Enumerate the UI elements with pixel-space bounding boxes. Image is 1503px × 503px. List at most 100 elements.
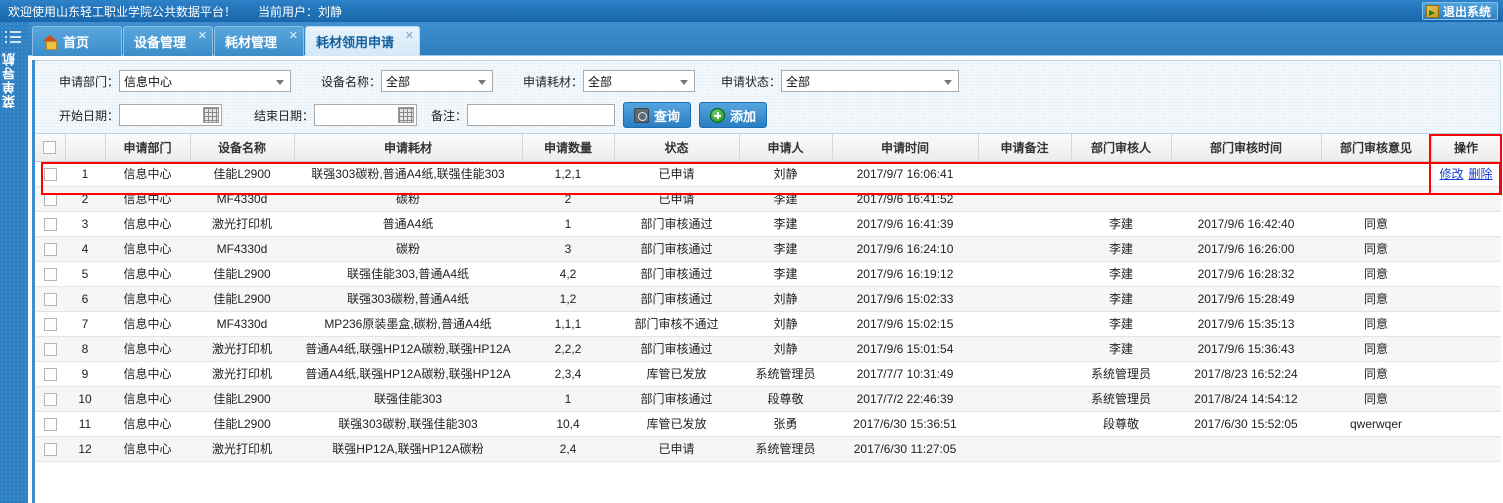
tab-close-icon[interactable]: ✕ [289,30,298,41]
edit-link[interactable]: 修改 [1439,167,1463,181]
left-nav-rail[interactable]: 菜单导航 [0,22,28,503]
row-checkbox-cell[interactable] [35,186,65,212]
filter-remark-label: 备注： [430,108,467,123]
cell-apply-time: 2017/9/6 15:02:33 [832,286,978,312]
row-checkbox[interactable] [43,367,57,381]
cell-audit-opinion: 同意 [1321,211,1431,237]
tab-device-management[interactable]: 设备管理 ✕ [123,26,213,56]
row-checkbox-cell[interactable] [35,286,65,312]
logout-button[interactable]: 退出系统 [1421,2,1498,20]
row-checkbox-cell[interactable] [35,436,65,462]
select-all-checkbox[interactable] [43,141,57,155]
row-checkbox[interactable] [43,317,57,331]
header-actions: 操作 [1431,134,1501,162]
tab-consumable-management[interactable]: 耗材管理 ✕ [214,26,304,56]
table-row[interactable]: 6 信息中心 佳能L2900 联强303碳粉,普通A4纸 1,2 部门审核通过 刘静 2017… [35,286,1501,312]
table-row[interactable]: 12 信息中心 激光打印机 联强HP12A,联强HP12A碳粉 2,4 已申请 系统管理员 2… [35,436,1501,462]
row-checkbox[interactable] [43,342,57,356]
row-checkbox-cell[interactable] [35,236,65,262]
table-row[interactable]: 3 信息中心 激光打印机 普通A4纸 1 部门审核通过 李建 2017/9/6 16:41:3… [35,211,1501,237]
tab-strip: 首页 设备管理 ✕ 耗材管理 ✕ 耗材领用申请 ✕ [28,22,1503,56]
filter-dept-select[interactable]: 信息中心 [119,70,291,92]
row-checkbox[interactable] [43,167,57,181]
row-checkbox-cell[interactable] [35,386,65,412]
cell-index: 12 [65,436,105,462]
row-checkbox[interactable] [43,267,57,281]
table-row[interactable]: 10 信息中心 佳能L2900 联强佳能303 1 部门审核通过 段尊敬 2017/7/2 2… [35,386,1501,412]
row-checkbox-cell[interactable] [35,211,65,237]
row-checkbox-cell[interactable] [35,336,65,362]
table-row[interactable]: 4 信息中心 MF4330d 碳粉 3 部门审核通过 李建 2017/9/6 16:24:10… [35,236,1501,262]
row-checkbox[interactable] [43,442,57,456]
calendar-icon[interactable] [203,107,219,123]
cell-index: 8 [65,336,105,362]
cell-status: 库管已发放 [614,411,739,437]
cell-index: 1 [65,161,105,187]
table-row[interactable]: 1 信息中心 佳能L2900 联强303碳粉,普通A4纸,联强佳能303 1,2,1 已申… [35,161,1501,187]
cell-consumable: 普通A4纸 [294,211,522,237]
row-checkbox[interactable] [43,392,57,406]
filter-device-select[interactable]: 全部 [381,70,493,92]
row-checkbox-cell[interactable] [35,161,65,187]
search-icon [634,107,649,123]
cell-consumable: 联强佳能303,普通A4纸 [294,261,522,287]
add-button-label: 添加 [730,108,757,124]
row-checkbox-cell[interactable] [35,411,65,437]
row-checkbox[interactable] [43,417,57,431]
cell-index: 5 [65,261,105,287]
cell-device: 佳能L2900 [190,261,294,287]
delete-link[interactable]: 删除 [1469,167,1493,181]
tab-close-icon[interactable]: ✕ [198,30,207,41]
left-nav-rail-label: 菜单导航 [2,52,17,108]
table-header-row: 申请部门 设备名称 申请耗材 申请数量 状态 申请人 申请时间 申请备注 部门审… [35,134,1501,162]
cell-applicant: 刘静 [739,161,832,187]
filter-remark-input[interactable] [467,104,615,126]
add-button[interactable]: 添加 [699,102,768,128]
cell-apply-time: 2017/6/30 15:36:51 [832,411,978,437]
row-checkbox-cell[interactable] [35,311,65,337]
cell-auditor [1071,436,1171,462]
table-row[interactable]: 2 信息中心 MF4330d 碳粉 2 已申请 李建 2017/9/6 16:41:52 [35,186,1501,212]
cell-audit-opinion: qwerwqer [1321,411,1431,437]
cell-qty: 10,4 [522,411,614,437]
tab-home[interactable]: 首页 [32,26,122,56]
cell-consumable: MP236原装墨盒,碳粉,普通A4纸 [294,311,522,337]
cell-audit-opinion [1321,436,1431,462]
filter-start-date-input[interactable] [119,104,222,126]
table-row[interactable]: 8 信息中心 激光打印机 普通A4纸,联强HP12A碳粉,联强HP12A 2,2,2 部门… [35,336,1501,362]
cell-auditor [1071,161,1171,187]
row-checkbox[interactable] [43,192,57,206]
tab-device-management-label: 设备管理 [134,35,187,50]
row-checkbox-cell[interactable] [35,361,65,387]
filter-device-value: 全部 [386,74,411,89]
filter-consumable-select[interactable]: 全部 [583,70,695,92]
cell-audit-time: 2017/9/6 16:42:40 [1171,211,1321,237]
table-row[interactable]: 5 信息中心 佳能L2900 联强佳能303,普通A4纸 4,2 部门审核通过 李建 2017… [35,261,1501,287]
header-qty: 申请数量 [522,134,615,162]
cell-consumable: 碳粉 [294,186,522,212]
row-checkbox[interactable] [43,242,57,256]
row-checkbox-cell[interactable] [35,261,65,287]
filter-status-select[interactable]: 全部 [781,70,959,92]
query-button[interactable]: 查询 [623,102,692,128]
cell-device: MF4330d [190,186,294,212]
row-checkbox[interactable] [43,292,57,306]
header-apply-remark: 申请备注 [978,134,1072,162]
cell-apply-remark [978,361,1071,387]
cell-qty: 2,3,4 [522,361,614,387]
header-select-all[interactable] [35,134,66,162]
filter-end-date-input[interactable] [314,104,417,126]
row-checkbox[interactable] [43,217,57,231]
cell-apply-time: 2017/6/30 11:27:05 [832,436,978,462]
table-row[interactable]: 11 信息中心 佳能L2900 联强303碳粉,联强佳能303 10,4 库管已发放 张勇 2… [35,411,1501,437]
cell-auditor [1071,186,1171,212]
cell-audit-time: 2017/9/6 15:35:13 [1171,311,1321,337]
calendar-icon[interactable] [398,107,414,123]
cell-status: 部门审核通过 [614,336,739,362]
current-user-text: 当前用户：刘静 [258,4,343,19]
tab-consumable-request[interactable]: 耗材领用申请 ✕ [305,26,420,56]
table-row[interactable]: 9 信息中心 激光打印机 普通A4纸,联强HP12A碳粉,联强HP12A 2,3,4 库管… [35,361,1501,387]
tab-close-icon[interactable]: ✕ [405,30,414,41]
table-row[interactable]: 7 信息中心 MF4330d MP236原装墨盒,碳粉,普通A4纸 1,1,1 部门审核不… [35,311,1501,337]
chevron-down-icon [478,80,486,85]
